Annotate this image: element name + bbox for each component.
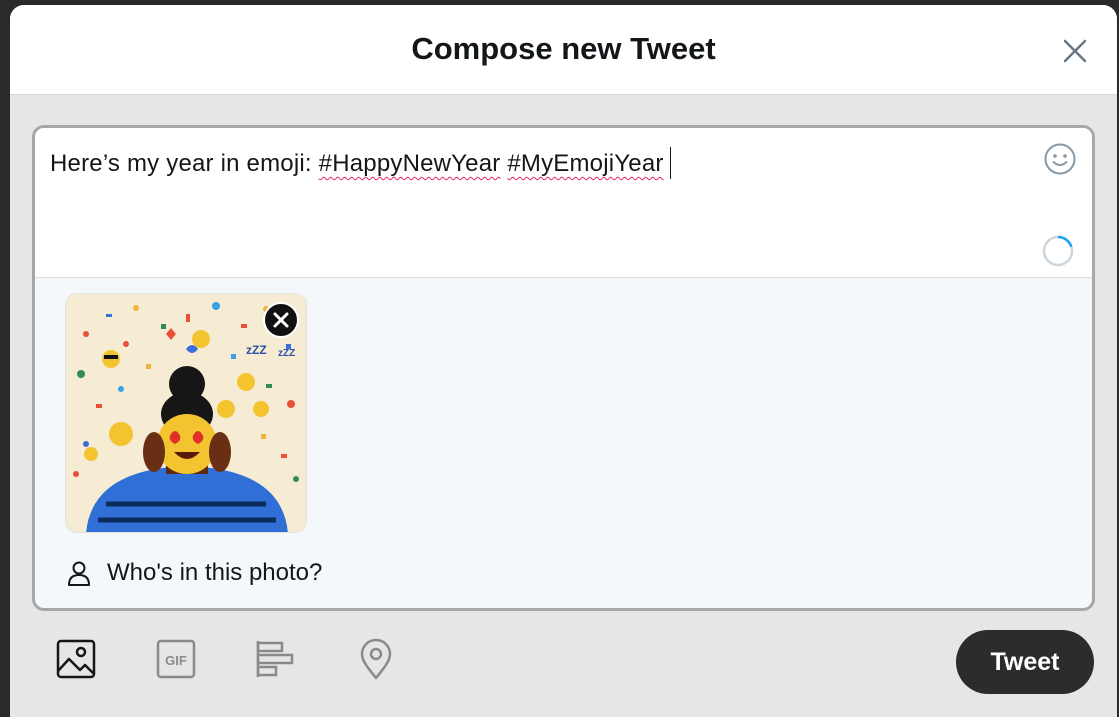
tag-people-label: Who's in this photo? <box>107 559 323 586</box>
gif-icon: GIF <box>156 639 196 679</box>
close-icon <box>1063 39 1087 63</box>
compose-dialog: Compose new Tweet Here’s my year in emoj… <box>10 5 1117 717</box>
tweet-composer: Here’s my year in emoji: #HappyNewYear #… <box>32 125 1095 611</box>
tweet-button[interactable]: Tweet <box>956 630 1094 694</box>
dialog-header: Compose new Tweet <box>10 5 1117 95</box>
character-counter <box>1041 234 1075 268</box>
hashtag: #MyEmojiYear <box>507 150 664 177</box>
dialog-title: Compose new Tweet <box>411 31 716 66</box>
add-gif-button[interactable]: GIF <box>154 637 198 681</box>
person-icon <box>68 561 90 586</box>
tag-people-button[interactable]: Who's in this photo? <box>65 553 322 593</box>
hashtag: #HappyNewYear <box>318 150 501 177</box>
tweet-text-prefix: Here’s my year in emoji: <box>50 150 319 177</box>
tweet-text[interactable]: Here’s my year in emoji: #HappyNewYear #… <box>50 146 672 179</box>
emoji-button[interactable] <box>1043 142 1077 176</box>
close-icon <box>273 312 289 328</box>
location-icon <box>360 638 392 680</box>
svg-text:GIF: GIF <box>165 653 187 668</box>
poll-icon <box>256 641 294 677</box>
remove-media-button[interactable] <box>263 302 299 338</box>
close-button[interactable] <box>1055 31 1095 71</box>
tweet-text-area[interactable]: Here’s my year in emoji: #HappyNewYear #… <box>35 128 1092 278</box>
svg-text:zZZ: zZZ <box>278 348 295 359</box>
progress-ring-icon <box>1042 235 1074 267</box>
add-poll-button[interactable] <box>254 637 298 681</box>
text-caret <box>669 146 672 179</box>
svg-text:zZZ: zZZ <box>246 343 267 357</box>
add-location-button[interactable] <box>354 637 398 681</box>
smiley-icon <box>1044 143 1076 175</box>
image-icon <box>56 639 96 679</box>
add-media-button[interactable] <box>54 637 98 681</box>
